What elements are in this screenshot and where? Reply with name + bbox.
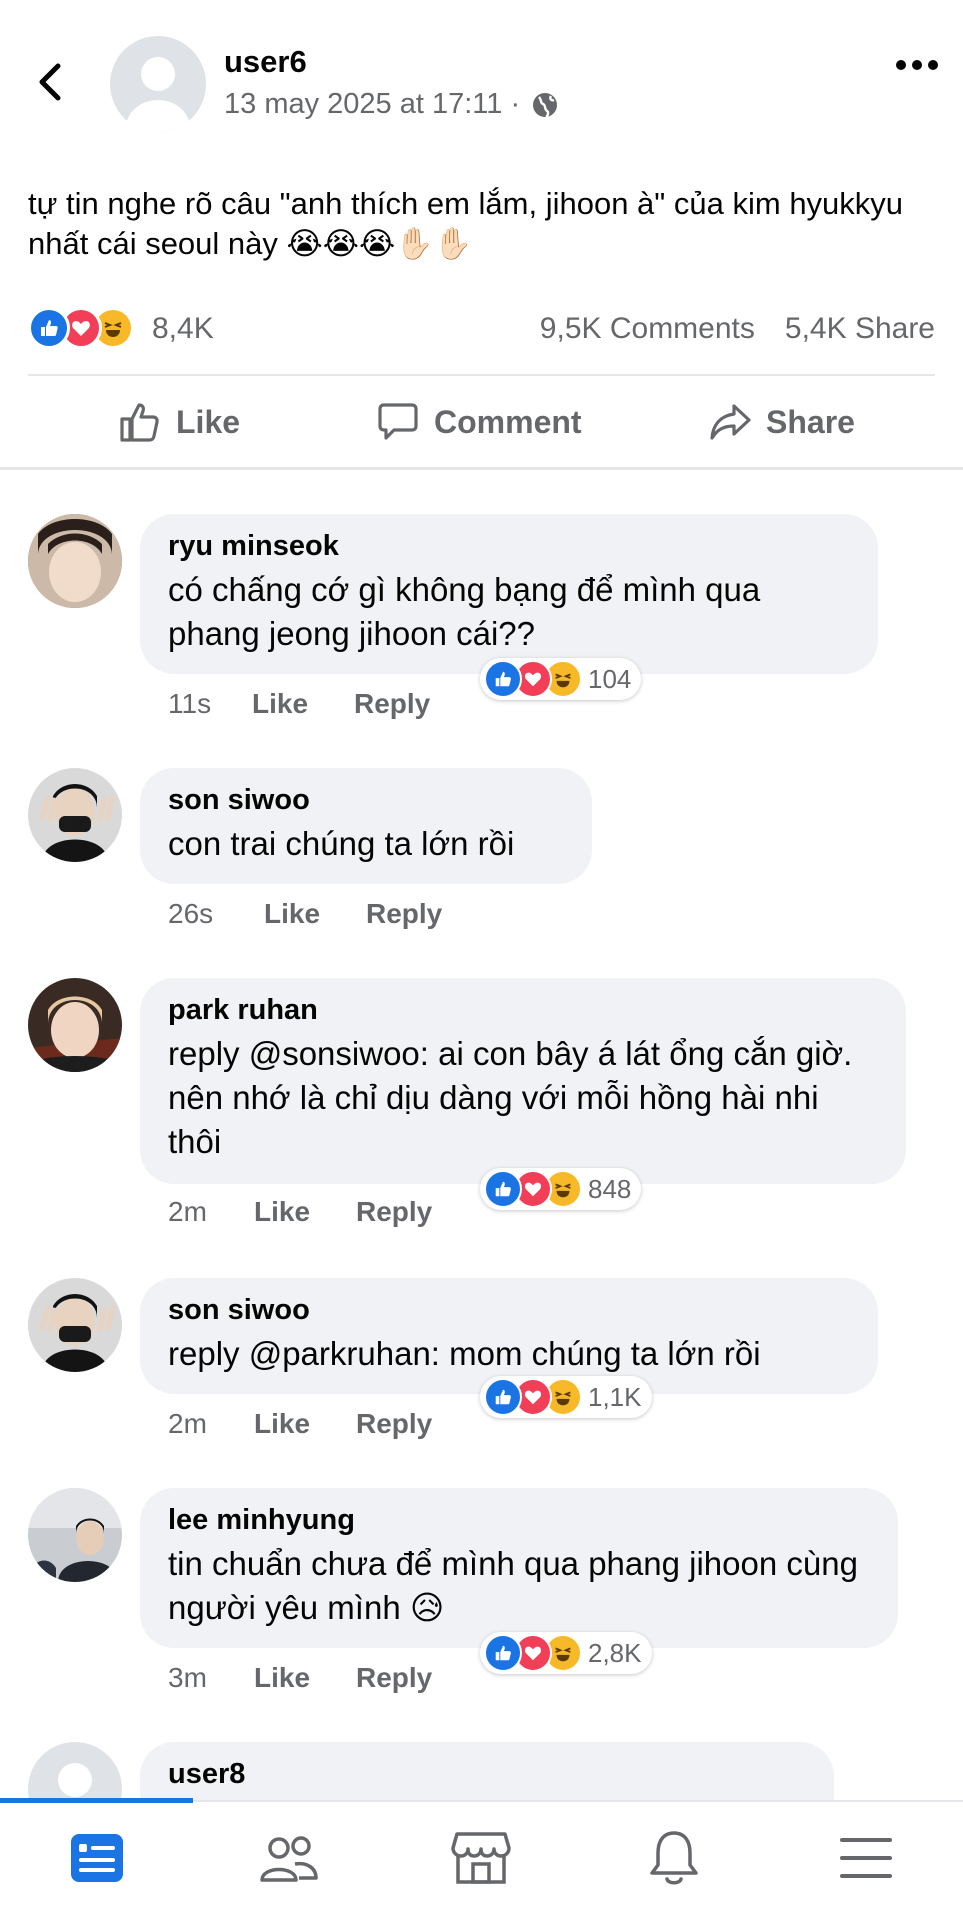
like-reaction-icon xyxy=(484,1378,522,1416)
menu-icon xyxy=(840,1838,892,1878)
more-icon xyxy=(896,60,938,70)
comment-time: 2m xyxy=(168,1408,207,1439)
comment-bubble[interactable]: park ruhan reply @sonsiwoo: ai con bây á… xyxy=(140,978,906,1184)
comment-reply-button[interactable]: Reply xyxy=(356,1408,432,1440)
post-timestamp: 13 may 2025 at 17:11 · xyxy=(224,88,521,120)
like-icon xyxy=(120,403,159,442)
post-stats: 9,5K Comments 5,4K Share xyxy=(540,312,935,346)
marketplace-icon xyxy=(451,1832,511,1884)
avatar[interactable] xyxy=(28,1488,122,1582)
reaction-count: 104 xyxy=(588,663,632,694)
comment-icon xyxy=(378,403,418,440)
notifications-icon xyxy=(650,1831,698,1885)
reaction-count: 2,8K xyxy=(588,1637,642,1668)
comment-text: reply @sonsiwoo: ai con bây á lát ổng cắ… xyxy=(168,1035,853,1160)
more-button[interactable] xyxy=(895,52,939,78)
comment-reactions[interactable]: 848 xyxy=(480,1168,642,1210)
section-divider xyxy=(0,467,963,470)
nav-feed[interactable] xyxy=(61,1822,133,1894)
comment-like-button[interactable]: Like xyxy=(264,898,366,930)
like-label: Like xyxy=(176,403,241,440)
nav-marketplace[interactable] xyxy=(445,1822,517,1894)
divider xyxy=(28,374,935,376)
post-text: tự tin nghe rõ câu "anh thích em lắm, ji… xyxy=(28,186,904,261)
like-reaction-icon xyxy=(484,1170,522,1208)
share-icon xyxy=(710,404,751,440)
comment-meta: 3m Like Reply xyxy=(168,1662,432,1694)
comment-like-button[interactable]: Like xyxy=(254,1662,356,1694)
shares-count[interactable]: 5,4K Share xyxy=(785,312,935,346)
comment-author[interactable]: son siwoo xyxy=(168,782,564,818)
comment-meta: 11s Like Reply xyxy=(168,688,430,720)
poster-name[interactable]: user6 xyxy=(224,44,307,80)
active-tab-indicator xyxy=(0,1798,193,1803)
share-label: Share xyxy=(766,403,855,440)
reaction-count: 1,1K xyxy=(588,1381,642,1412)
comment-time: 26s xyxy=(168,898,214,929)
avatar[interactable] xyxy=(28,514,122,608)
comment-reply-button[interactable]: Reply xyxy=(356,1662,432,1694)
comment-meta: 26s Like Reply xyxy=(168,898,442,930)
nav-notifications[interactable] xyxy=(638,1822,710,1894)
globe-icon xyxy=(533,92,558,118)
comment-like-button[interactable]: Like xyxy=(254,1196,356,1228)
comment-button[interactable]: Comment xyxy=(376,398,582,446)
comment-reply-button[interactable]: Reply xyxy=(366,898,442,930)
comment-reply-button[interactable]: Reply xyxy=(354,688,430,720)
comment-reply-button[interactable]: Reply xyxy=(356,1196,432,1228)
comment-bubble[interactable]: ryu minseok có chấng cớ gì không bạng để… xyxy=(140,514,878,674)
comment-reactions[interactable]: 1,1K xyxy=(480,1376,652,1418)
post-meta: 13 may 2025 at 17:11 · xyxy=(224,88,560,121)
comments-count[interactable]: 9,5K Comments xyxy=(540,312,755,346)
reaction-count: 848 xyxy=(588,1173,632,1204)
comment-meta: 2m Like Reply xyxy=(168,1196,432,1228)
comment-author[interactable]: park ruhan xyxy=(168,992,878,1028)
reaction-count[interactable]: 8,4K xyxy=(152,312,214,346)
comment-reactions[interactable]: 104 xyxy=(480,658,642,700)
like-reaction-icon xyxy=(484,660,522,698)
comment-text: có chấng cớ gì không bạng để mình qua ph… xyxy=(168,571,761,652)
like-reaction-icon xyxy=(484,1634,522,1672)
comment-time: 11s xyxy=(168,688,212,719)
post-reactions[interactable] xyxy=(28,307,134,349)
friends-icon xyxy=(260,1836,318,1882)
comment-text: tin chuẩn chưa để mình qua phang jihoon … xyxy=(168,1545,858,1626)
comment-like-button[interactable]: Like xyxy=(254,1408,356,1440)
comment-time: 3m xyxy=(168,1662,207,1693)
nav-friends[interactable] xyxy=(253,1822,325,1894)
comment-like-button[interactable]: Like xyxy=(252,688,354,720)
comment-reactions[interactable]: 2,8K xyxy=(480,1632,652,1674)
comment-bubble[interactable]: son siwoo con trai chúng ta lớn rồi xyxy=(140,768,592,884)
avatar[interactable] xyxy=(28,1278,122,1372)
back-button[interactable] xyxy=(28,58,76,106)
back-icon xyxy=(39,63,61,101)
poster-avatar[interactable] xyxy=(110,36,206,132)
comment-author[interactable]: lee minhyung xyxy=(168,1502,870,1538)
share-button[interactable]: Share xyxy=(708,398,855,446)
avatar[interactable] xyxy=(28,768,122,862)
like-button[interactable]: Like xyxy=(118,398,240,446)
like-reaction-icon xyxy=(28,307,70,349)
comment-author[interactable]: ryu minseok xyxy=(168,528,850,564)
nav-menu[interactable] xyxy=(830,1822,902,1894)
comment-meta: 2m Like Reply xyxy=(168,1408,432,1440)
comment-label: Comment xyxy=(434,403,582,440)
comment-text: con trai chúng ta lớn rồi xyxy=(168,825,515,862)
comment-bubble[interactable]: lee minhyung tin chuẩn chưa để mình qua … xyxy=(140,1488,898,1648)
comment-author[interactable]: son siwoo xyxy=(168,1292,850,1328)
feed-icon xyxy=(71,1834,123,1882)
avatar[interactable] xyxy=(28,978,122,1072)
comment-text: reply @parkruhan: mom chúng ta lớn rồi xyxy=(168,1335,761,1372)
comment-time: 2m xyxy=(168,1196,207,1227)
comment-author[interactable]: user8 xyxy=(168,1756,806,1792)
